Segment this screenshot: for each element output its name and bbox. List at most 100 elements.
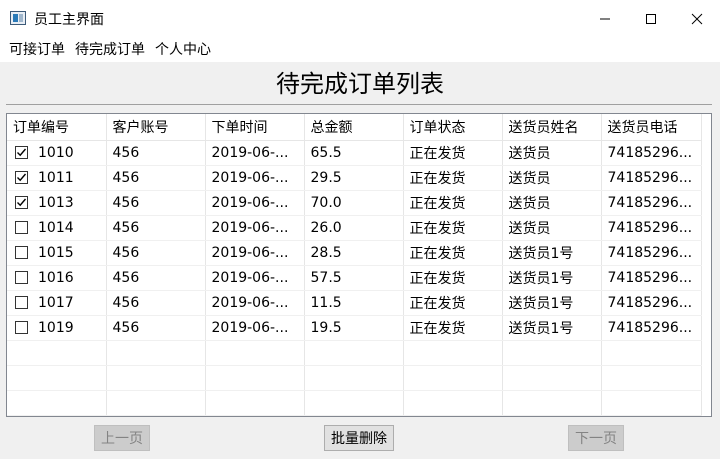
- orders-table[interactable]: 订单编号 客户账号 下单时间 总金额 订单状态 送货员姓名 送货员电话 1010…: [6, 113, 712, 417]
- cell-status: 正在发货: [403, 290, 503, 316]
- menu-item-profile[interactable]: 个人中心: [150, 38, 216, 62]
- cell-order-time: 2019-06-...: [205, 240, 305, 266]
- window-title: 员工主界面: [34, 12, 104, 28]
- cell-courier-name: 送货员: [502, 215, 602, 241]
- prev-page-button[interactable]: 上一页: [94, 425, 150, 451]
- order-id-text: 1013: [38, 194, 74, 211]
- cell-account: 456: [106, 315, 206, 341]
- cell-status: 正在发货: [403, 265, 503, 291]
- cell-account: 456: [106, 190, 206, 216]
- title-bar: 员工主界面: [0, 0, 720, 38]
- empty-cell: [601, 390, 702, 416]
- column-header-order-time[interactable]: 下单时间: [205, 114, 305, 141]
- row-checkbox[interactable]: [15, 221, 28, 234]
- cell-order-time: 2019-06-...: [205, 315, 305, 341]
- cell-status: 正在发货: [403, 190, 503, 216]
- minimize-icon: [600, 18, 610, 20]
- order-id-text: 1014: [38, 219, 74, 236]
- column-header-account[interactable]: 客户账号: [106, 114, 206, 141]
- row-checkbox[interactable]: [15, 296, 28, 309]
- cell-amount: 11.5: [304, 290, 404, 316]
- row-checkbox[interactable]: [15, 196, 28, 209]
- empty-cell: [502, 340, 602, 366]
- table-row[interactable]: 1011 456 2019-06-... 29.5 正在发货 送货员 74185296...: [7, 165, 702, 191]
- table-row[interactable]: 1015 456 2019-06-... 28.5 正在发货 送货员1号 74185296.…: [7, 240, 702, 266]
- cell-account: 456: [106, 215, 206, 241]
- empty-cell: [205, 340, 305, 366]
- cell-order-time: 2019-06-...: [205, 190, 305, 216]
- cell-order-id: 1011: [7, 165, 107, 191]
- empty-cell: [106, 340, 206, 366]
- minimize-button[interactable]: [582, 0, 628, 38]
- cell-order-id: 1015: [7, 240, 107, 266]
- row-checkbox[interactable]: [15, 271, 28, 284]
- empty-row: [7, 340, 702, 366]
- cell-order-id: 1017: [7, 290, 107, 316]
- empty-cell: [304, 390, 404, 416]
- close-icon: [691, 13, 703, 25]
- cell-courier-phone: 74185296...: [601, 240, 702, 266]
- empty-cell: [205, 365, 305, 391]
- empty-cell: [403, 365, 503, 391]
- row-checkbox[interactable]: [15, 171, 28, 184]
- close-button[interactable]: [674, 0, 720, 38]
- cell-courier-name: 送货员: [502, 140, 602, 166]
- cell-status: 正在发货: [403, 165, 503, 191]
- batch-delete-button[interactable]: 批量删除: [324, 425, 394, 451]
- empty-cell: [304, 340, 404, 366]
- table-row[interactable]: 1014 456 2019-06-... 26.0 正在发货 送货员 74185296...: [7, 215, 702, 241]
- order-id-text: 1016: [38, 269, 74, 286]
- cell-courier-name: 送货员1号: [502, 290, 602, 316]
- cell-courier-phone: 74185296...: [601, 215, 702, 241]
- cell-account: 456: [106, 290, 206, 316]
- empty-cell: [403, 390, 503, 416]
- column-header-courier-phone[interactable]: 送货员电话: [601, 114, 702, 141]
- app-icon: [10, 11, 26, 25]
- menu-bar: 可接订单 待完成订单 个人中心: [0, 38, 720, 62]
- cell-account: 456: [106, 240, 206, 266]
- column-header-courier-name[interactable]: 送货员姓名: [502, 114, 602, 141]
- row-checkbox[interactable]: [15, 146, 28, 159]
- column-header-order-id[interactable]: 订单编号: [7, 114, 107, 141]
- cell-courier-phone: 74185296...: [601, 165, 702, 191]
- column-header-status[interactable]: 订单状态: [403, 114, 503, 141]
- empty-cell: [7, 390, 107, 416]
- empty-cell: [7, 365, 107, 391]
- table-row[interactable]: 1013 456 2019-06-... 70.0 正在发货 送货员 74185296...: [7, 190, 702, 216]
- cell-amount: 19.5: [304, 315, 404, 341]
- cell-order-id: 1019: [7, 315, 107, 341]
- menu-item-available-orders[interactable]: 可接订单: [4, 38, 70, 62]
- cell-courier-phone: 74185296...: [601, 265, 702, 291]
- table-row[interactable]: 1010 456 2019-06-... 65.5 正在发货 送货员 74185296...: [7, 140, 702, 166]
- empty-cell: [601, 340, 702, 366]
- cell-courier-name: 送货员1号: [502, 315, 602, 341]
- cell-status: 正在发货: [403, 240, 503, 266]
- cell-courier-name: 送货员1号: [502, 240, 602, 266]
- cell-amount: 28.5: [304, 240, 404, 266]
- table-row[interactable]: 1016 456 2019-06-... 57.5 正在发货 送货员1号 74185296.…: [7, 265, 702, 291]
- empty-cell: [205, 390, 305, 416]
- cell-order-time: 2019-06-...: [205, 290, 305, 316]
- column-header-amount[interactable]: 总金额: [304, 114, 404, 141]
- menu-item-pending-orders[interactable]: 待完成订单: [70, 38, 150, 62]
- table-row[interactable]: 1017 456 2019-06-... 11.5 正在发货 送货员1号 74185296.…: [7, 290, 702, 316]
- row-checkbox[interactable]: [15, 246, 28, 259]
- cell-amount: 65.5: [304, 140, 404, 166]
- table-row[interactable]: 1019 456 2019-06-... 19.5 正在发货 送货员1号 74185296.…: [7, 315, 702, 341]
- maximize-button[interactable]: [628, 0, 674, 38]
- divider: [6, 104, 712, 105]
- empty-cell: [601, 365, 702, 391]
- empty-cell: [502, 365, 602, 391]
- cell-courier-name: 送货员1号: [502, 265, 602, 291]
- checkmark-icon: [17, 173, 27, 182]
- empty-cell: [106, 365, 206, 391]
- cell-amount: 26.0: [304, 215, 404, 241]
- cell-order-time: 2019-06-...: [205, 265, 305, 291]
- row-checkbox[interactable]: [15, 321, 28, 334]
- next-page-button[interactable]: 下一页: [568, 425, 624, 451]
- empty-cell: [502, 390, 602, 416]
- order-id-text: 1019: [38, 319, 74, 336]
- order-id-text: 1015: [38, 244, 74, 261]
- cell-order-id: 1016: [7, 265, 107, 291]
- cell-courier-phone: 74185296...: [601, 315, 702, 341]
